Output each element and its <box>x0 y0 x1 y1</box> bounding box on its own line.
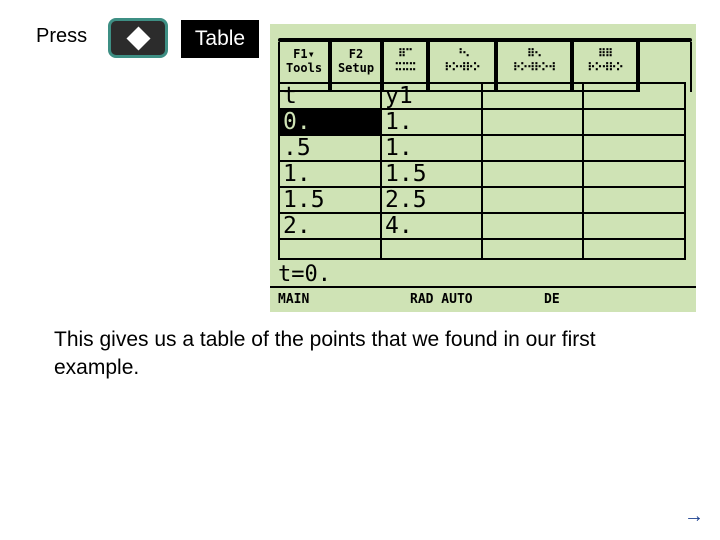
table-cell: 1. <box>382 110 483 136</box>
table-cell <box>483 214 584 240</box>
status-graph-mode: DE <box>544 292 560 307</box>
table-cell <box>483 162 584 188</box>
table-cell <box>483 136 584 162</box>
tab-f4-dots-icon: ⠘⠢ <box>454 47 470 60</box>
tab-f2-key: F2 <box>348 47 364 61</box>
next-slide-arrow-icon[interactable]: → <box>684 505 704 528</box>
status-angle-mode: RAD AUTO <box>410 292 473 307</box>
tab-f5-dots-icon: ⠿⠢ <box>526 47 542 60</box>
status-folder: MAIN <box>278 292 310 307</box>
table-cell <box>584 188 684 214</box>
table-cell: 1.5 <box>382 162 483 188</box>
table-header: t <box>280 84 382 110</box>
tab-f1-key: F1▾ <box>293 47 315 61</box>
table-cell-selected: 0. <box>280 110 382 136</box>
table-key-button: Table <box>181 20 259 58</box>
tab-f1-name: Tools <box>285 61 323 75</box>
table-cell <box>483 110 584 136</box>
table-cell: 1.5 <box>280 188 382 214</box>
entry-line: t=0. <box>278 262 331 287</box>
table-cell <box>584 110 684 136</box>
table-cell: 1. <box>382 136 483 162</box>
table-cell <box>584 162 684 188</box>
table-cell: .5 <box>280 136 382 162</box>
calculator-screen: F1▾ Tools F2 Setup ⠿⠉ ⠭⠭⠭ ⠘⠢ ⠗⠕⠺⠗⠕ ⠿⠢ ⠗⠕… <box>270 24 696 312</box>
table-cell <box>483 188 584 214</box>
tab-f3-label-dots-icon: ⠭⠭⠭ <box>394 61 416 74</box>
table-cell <box>483 240 584 258</box>
diamond-key-button <box>108 18 168 58</box>
table-cell <box>584 136 684 162</box>
table-cell <box>280 240 382 258</box>
press-label: Press <box>36 25 88 47</box>
diamond-icon <box>125 25 151 51</box>
table-header: y1 <box>382 84 483 110</box>
tab-f3-dots-icon: ⠿⠉ <box>397 47 413 60</box>
table-cell: 2. <box>280 214 382 240</box>
table-cell <box>584 214 684 240</box>
data-table: t y1 0. 1. .5 1. 1. 1.5 1.5 2.5 2. 4. <box>278 82 686 260</box>
table-cell: 4. <box>382 214 483 240</box>
table-cell <box>382 240 483 258</box>
tab-f4-label-dots-icon: ⠗⠕⠺⠗⠕ <box>444 61 480 74</box>
table-cell: 1. <box>280 162 382 188</box>
table-header <box>584 84 684 110</box>
status-bar: MAIN RAD AUTO DE <box>270 286 696 312</box>
table-cell: 2.5 <box>382 188 483 214</box>
caption-text: This gives us a table of the points that… <box>54 328 596 379</box>
tab-f2-name: Setup <box>337 61 375 75</box>
tab-f6-dots-icon: ⠿⠿ <box>597 47 613 60</box>
tab-f5-label-dots-icon: ⠗⠕⠺⠗⠕⠺ <box>512 61 556 74</box>
table-cell <box>584 240 684 258</box>
table-header <box>483 84 584 110</box>
tab-f6-label-dots-icon: ⠗⠕⠺⠗⠕ <box>587 61 623 74</box>
